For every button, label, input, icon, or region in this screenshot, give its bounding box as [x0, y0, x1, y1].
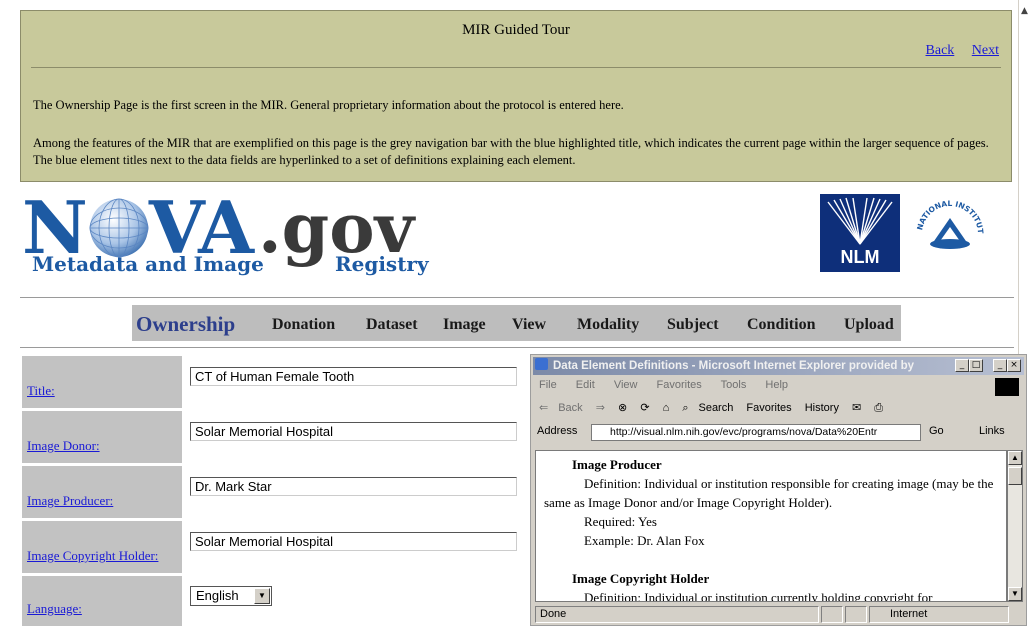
zone-indicator: Internet: [869, 606, 1009, 623]
logo-registry: Registry: [335, 252, 429, 276]
stop-icon[interactable]: ⊗: [618, 402, 627, 414]
nav-condition[interactable]: Condition: [747, 305, 815, 345]
tour-paragraph-1: The Ownership Page is the first screen i…: [33, 98, 624, 112]
definition-example: Example: Dr. Alan Fox: [584, 533, 705, 548]
menu-tools[interactable]: Tools: [721, 379, 747, 391]
tour-divider: [31, 67, 1001, 68]
history-button[interactable]: History: [805, 402, 839, 414]
status-pane: [821, 606, 843, 623]
nlm-book-icon: [827, 197, 893, 245]
nav-subject[interactable]: Subject: [667, 305, 719, 345]
nav-upload[interactable]: Upload: [844, 305, 894, 345]
tour-title: MIR Guided Tour: [462, 22, 570, 38]
popup-scrollbar[interactable]: ▲ ▼: [1007, 450, 1023, 602]
definition-heading: Image Producer: [572, 457, 662, 472]
definition-required: Required: Yes: [584, 514, 657, 529]
scroll-up-icon[interactable]: ▲: [1021, 6, 1028, 16]
image-producer-label-link[interactable]: Image Producer:: [27, 493, 113, 509]
language-label-link[interactable]: Language:: [27, 601, 82, 617]
go-button[interactable]: Go: [929, 425, 944, 437]
back-button[interactable]: Back: [558, 402, 582, 414]
image-donor-label-link[interactable]: Image Donor:: [27, 438, 100, 454]
address-label: Address: [537, 425, 578, 437]
ie-app-icon: [535, 358, 548, 370]
address-input[interactable]: http://visual.nlm.nih.gov/evc/programs/n…: [591, 424, 921, 441]
scroll-up-icon[interactable]: ▲: [1008, 451, 1022, 465]
search-icon[interactable]: ⌕: [682, 402, 688, 414]
definition-heading: Image Copyright Holder: [572, 571, 710, 586]
logo-subtitle: Metadata and Image: [32, 252, 264, 276]
menu-help[interactable]: Help: [765, 379, 788, 391]
next-link[interactable]: Next: [972, 43, 999, 58]
back-arrow-icon[interactable]: ⇐: [539, 402, 548, 414]
menu-edit[interactable]: Edit: [576, 379, 595, 391]
popup-menu-bar: File Edit View Favorites Tools Help: [539, 379, 804, 391]
nlm-logo: NLM: [820, 194, 900, 272]
print-icon[interactable]: ⎙: [874, 402, 883, 414]
image-copyright-label-link[interactable]: Image Copyright Holder:: [27, 548, 158, 564]
back-link[interactable]: Back: [926, 43, 955, 58]
definition-text: Definition: Individual or institution cu…: [584, 590, 933, 602]
menu-favorites[interactable]: Favorites: [657, 379, 702, 391]
menu-file[interactable]: File: [539, 379, 557, 391]
maximize-icon[interactable]: □: [969, 359, 983, 372]
popup-toolbar: ⇐ Back ⇒ ⊗ ⟳ ⌂ ⌕ Search Favorites History …: [539, 401, 893, 415]
nav-ownership[interactable]: Ownership: [136, 305, 235, 343]
definitions-content: Image Producer Definition: Individual or…: [535, 450, 1007, 602]
menu-view[interactable]: View: [614, 379, 638, 391]
title-label-link[interactable]: Title:: [27, 383, 55, 399]
nav-dataset[interactable]: Dataset: [366, 305, 418, 345]
windows-logo-icon: [995, 378, 1019, 396]
image-producer-label-cell: Image Producer:: [22, 466, 182, 518]
forward-arrow-icon[interactable]: ⇒: [596, 402, 605, 414]
definition-text: Definition: Individual or institution re…: [544, 476, 994, 510]
chevron-down-icon[interactable]: ▼: [254, 588, 270, 604]
status-pane: [845, 606, 867, 623]
header-divider: [20, 297, 1014, 298]
image-donor-field[interactable]: Solar Memorial Hospital: [190, 422, 517, 441]
nlm-text: NLM: [840, 247, 880, 267]
refresh-icon[interactable]: ⟳: [640, 402, 649, 414]
title-label-cell: Title:: [22, 356, 182, 408]
definitions-popup-window: Data Element Definitions - Microsoft Int…: [530, 354, 1027, 626]
page-navigation-bar: Ownership Donation Dataset Image View Mo…: [132, 305, 901, 341]
scroll-down-icon[interactable]: ▼: [1008, 587, 1022, 601]
tour-paragraph-2: Among the features of the MIR that are e…: [33, 136, 989, 167]
minimize-icon-2[interactable]: _: [993, 359, 1007, 372]
nav-modality[interactable]: Modality: [577, 305, 639, 345]
nav-donation[interactable]: Donation: [272, 305, 335, 345]
image-donor-label-cell: Image Donor:: [22, 411, 182, 463]
favorites-button[interactable]: Favorites: [746, 402, 791, 414]
scroll-thumb[interactable]: [1008, 467, 1022, 485]
minimize-icon[interactable]: _: [955, 359, 969, 372]
tour-navigation: Back Next: [912, 43, 999, 59]
title-field[interactable]: CT of Human Female Tooth: [190, 367, 517, 386]
image-copyright-field[interactable]: Solar Memorial Hospital: [190, 532, 517, 551]
mail-icon[interactable]: ✉: [852, 402, 861, 414]
nih-seal-icon: NATIONAL INSTITUTES: [912, 196, 985, 268]
nav-image[interactable]: Image: [443, 305, 486, 345]
close-icon[interactable]: ×: [1007, 359, 1021, 372]
links-button[interactable]: Links: [979, 425, 1005, 437]
image-copyright-label-cell: Image Copyright Holder:: [22, 521, 182, 573]
globe-icon: [89, 198, 149, 258]
home-icon[interactable]: ⌂: [663, 402, 670, 414]
language-select[interactable]: English ▼: [190, 586, 272, 606]
language-label-cell: Language:: [22, 576, 182, 626]
image-producer-field[interactable]: Dr. Mark Star: [190, 477, 517, 496]
status-text: Done: [535, 606, 819, 623]
nav-divider: [20, 347, 1014, 348]
tour-banner: MIR Guided Tour Back Next The Ownership …: [20, 10, 1012, 182]
search-button[interactable]: Search: [698, 402, 733, 414]
popup-title-bar[interactable]: Data Element Definitions - Microsoft Int…: [533, 357, 1024, 375]
language-value: English: [196, 588, 239, 603]
nav-view[interactable]: View: [512, 305, 546, 345]
popup-status-bar: Done Internet: [535, 606, 1023, 623]
